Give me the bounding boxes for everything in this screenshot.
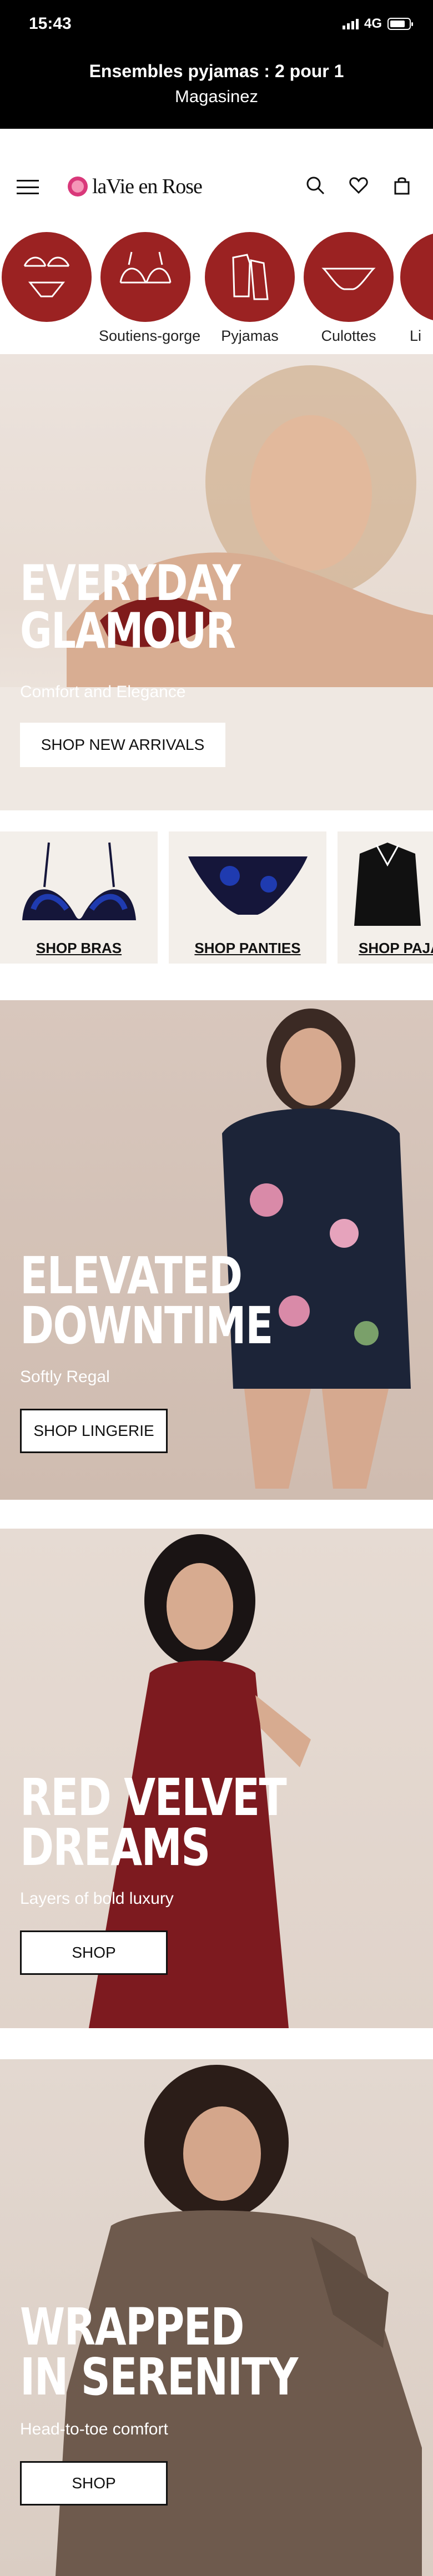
shop-lingerie-button[interactable]: SHOP LINGERIE <box>20 1409 168 1453</box>
category-carousel[interactable]: Soutiens-gorge Pyjamas Culottes Li <box>0 223 433 351</box>
panties-product-image <box>188 856 308 915</box>
brand-name: laVie en Rose <box>92 175 203 198</box>
bra-icon <box>100 232 190 322</box>
banner-title: WRAPPED IN SERENITY <box>20 2297 298 2407</box>
shopping-bag-icon[interactable] <box>391 174 413 196</box>
shop-new-arrivals-button[interactable]: SHOP NEW ARRIVALS <box>20 723 225 767</box>
category-item[interactable]: Li <box>399 232 433 345</box>
banner-title: RED VELVET DREAMS <box>20 1768 287 1878</box>
tile-label[interactable]: SHOP PAJA <box>338 940 433 957</box>
category-item[interactable] <box>0 232 93 327</box>
banner-elevated-downtime[interactable]: ELEVATED DOWNTIME Softly Regal SHOP LING… <box>0 1000 433 1500</box>
rose-logo-icon <box>68 177 88 196</box>
banner-title: ELEVATED DOWNTIME <box>20 1246 273 1356</box>
banner-subtitle: Comfort and Elegance <box>20 683 186 701</box>
page: 15:43 4G Ensembles pyjamas : 2 pour 1 Ma… <box>0 0 433 2576</box>
category-label: Culottes <box>321 327 376 344</box>
network-label: 4G <box>364 16 382 31</box>
site-header: laVie en Rose <box>0 129 433 223</box>
promo-shop-link[interactable]: Magasinez <box>0 87 433 107</box>
battery-icon <box>387 18 413 30</box>
tile-label[interactable]: SHOP PANTIES <box>169 940 326 957</box>
brand-logo[interactable]: laVie en Rose <box>68 174 203 199</box>
banner-title: EVERYDAY GLAMOUR <box>20 554 241 660</box>
status-time: 15:43 <box>29 14 72 33</box>
hero-banner-everyday-glamour[interactable]: EVERYDAY GLAMOUR Comfort and Elegance SH… <box>0 354 433 810</box>
banner-red-velvet-dreams[interactable]: RED VELVET DREAMS Layers of bold luxury … <box>0 1529 433 2028</box>
pajama-product-image <box>354 843 421 926</box>
promo-title: Ensembles pyjamas : 2 pour 1 <box>89 61 344 81</box>
signal-icon <box>342 18 359 29</box>
category-item[interactable]: Soutiens-gorge <box>99 232 201 345</box>
product-tile-bras[interactable]: SHOP BRAS <box>0 831 158 964</box>
bra-product-image <box>22 842 136 920</box>
category-label: Soutiens-gorge <box>99 327 201 344</box>
product-tile-panties[interactable]: SHOP PANTIES <box>169 831 326 964</box>
shop-button[interactable]: SHOP <box>20 2461 168 2506</box>
banner-wrapped-in-serenity[interactable]: WRAPPED IN SERENITY Head-to-toe comfort … <box>0 2059 433 2576</box>
search-icon[interactable] <box>304 174 326 196</box>
category-label: Li <box>410 327 422 344</box>
product-tile-pajamas[interactable]: SHOP PAJA <box>338 831 433 964</box>
category-label: Pyjamas <box>221 327 279 344</box>
tile-label[interactable]: SHOP BRAS <box>0 940 158 957</box>
pyjama-icon <box>205 232 295 322</box>
heart-icon[interactable] <box>348 174 370 196</box>
status-bar: 15:43 4G <box>0 0 433 51</box>
banner-subtitle: Head-to-toe comfort <box>20 2420 168 2438</box>
status-indicators: 4G <box>342 16 413 32</box>
header-actions <box>304 174 413 196</box>
category-item[interactable]: Culottes <box>302 232 395 345</box>
promo-banner[interactable]: Ensembles pyjamas : 2 pour 1 Magasinez <box>0 51 433 129</box>
product-tiles-row: SHOP BRAS SHOP PANTIES SHOP PAJA <box>0 815 433 987</box>
banner-subtitle: Softly Regal <box>20 1368 110 1386</box>
lingerie-icon <box>400 232 433 322</box>
panties-icon <box>304 232 394 322</box>
banner-subtitle: Layers of bold luxury <box>20 1889 174 1908</box>
shop-button[interactable]: SHOP <box>20 1930 168 1975</box>
hamburger-menu-icon[interactable] <box>17 180 39 194</box>
category-item[interactable]: Pyjamas <box>203 232 296 345</box>
lingerie-set-icon <box>2 232 92 322</box>
